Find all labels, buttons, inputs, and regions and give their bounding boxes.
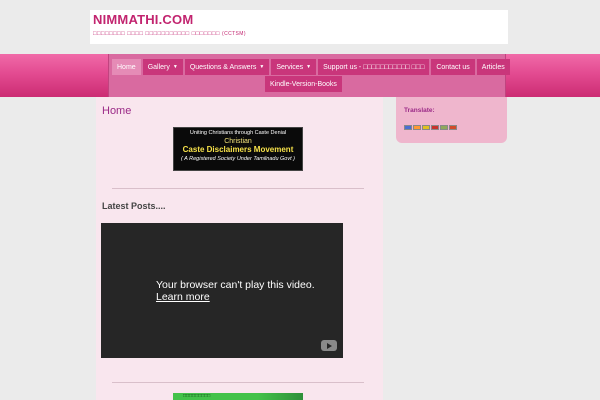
flag-icon-4[interactable]: [431, 125, 439, 130]
chevron-down-icon: ▼: [259, 64, 265, 70]
nav-item-home[interactable]: Home: [112, 59, 141, 75]
flag-icon-6[interactable]: [449, 125, 457, 130]
learn-more-link[interactable]: Learn more: [156, 291, 210, 303]
main-content: Home Uniting Christians through Caste De…: [96, 97, 383, 400]
nav-row-1: Home Gallery ▼ Questions & Answers ▼ Services…: [112, 59, 510, 75]
site-tagline: □□□□□□□□ □□□□ □□□□□□□□□□□ □□□□□□□ (CCTSM…: [93, 31, 246, 37]
banner-line-2: Christian: [224, 138, 252, 145]
chevron-down-icon: ▼: [306, 64, 312, 70]
english-flag-icon[interactable]: [404, 125, 412, 130]
video-message: Your browser can't play this video. Lear…: [156, 279, 315, 303]
nav-item-label: Gallery: [147, 63, 170, 71]
nav-item-contact-us[interactable]: Contact us: [431, 59, 475, 75]
tagline-text: □□□□□□□□ □□□□ □□□□□□□□□□□ □□□□□□□: [93, 31, 220, 37]
nav-item-gallery[interactable]: Gallery ▼: [142, 59, 183, 75]
page-title: Home: [102, 105, 132, 117]
nav-item-kindle-version-books[interactable]: Kindle-Version-Books: [265, 76, 342, 92]
content-divider: [112, 188, 364, 189]
thumbnail-text: □□□□□□□□□: [183, 393, 211, 399]
post-thumbnail-image[interactable]: □□□□□□□□□: [173, 393, 303, 400]
nav-item-label: Contact us: [436, 63, 470, 71]
translate-title: Translate:: [404, 107, 435, 114]
nav-item-label: Kindle-Version-Books: [270, 80, 337, 88]
nav-row-2: Kindle-Version-Books: [265, 76, 342, 92]
youtube-icon[interactable]: [321, 340, 337, 351]
banner-line-3: Caste Disclaimers Movement: [182, 145, 294, 154]
nav-item-label: Questions & Answers: [189, 63, 257, 71]
nav-item-label: Support us - □□□□□□□□□□□ □□□: [323, 63, 425, 71]
latest-posts-heading: Latest Posts....: [102, 201, 166, 211]
nav-item-articles[interactable]: Articles: [476, 59, 510, 75]
chevron-down-icon: ▼: [172, 64, 178, 70]
nav-item-label: Home: [117, 63, 136, 71]
nav-item-services[interactable]: Services ▼: [271, 59, 317, 75]
nav-item-label: Services: [276, 63, 304, 71]
nav-item-support-us[interactable]: Support us - □□□□□□□□□□□ □□□: [318, 59, 430, 75]
language-flags: [404, 125, 457, 130]
video-error-text: Your browser can't play this video.: [156, 279, 315, 291]
main-nav: Home Gallery ▼ Questions & Answers ▼ Services…: [108, 54, 510, 97]
content-divider-2: [112, 382, 364, 383]
nav-item-questions-answers[interactable]: Questions & Answers ▼: [184, 59, 270, 75]
site-title[interactable]: NIMMATHI.COM: [93, 12, 193, 27]
video-embed[interactable]: Your browser can't play this video. Lear…: [101, 223, 343, 358]
tagline-abbr: (CCTSM): [222, 31, 246, 37]
site-header: NIMMATHI.COM □□□□□□□□ □□□□ □□□□□□□□□□□ □…: [90, 10, 508, 44]
flag-icon-5[interactable]: [440, 125, 448, 130]
flag-icon-3[interactable]: [422, 125, 430, 130]
banner-line-4: ( A Registered Society Under Tamilnadu G…: [180, 156, 296, 162]
banner-line-1: Uniting Christians through Caste Denial: [189, 130, 287, 136]
tamil-flag-icon[interactable]: [413, 125, 421, 130]
translate-widget: Translate:: [396, 97, 507, 143]
ccdm-banner-image[interactable]: Uniting Christians through Caste Denial …: [173, 127, 303, 171]
nav-item-label: Articles: [481, 63, 505, 71]
